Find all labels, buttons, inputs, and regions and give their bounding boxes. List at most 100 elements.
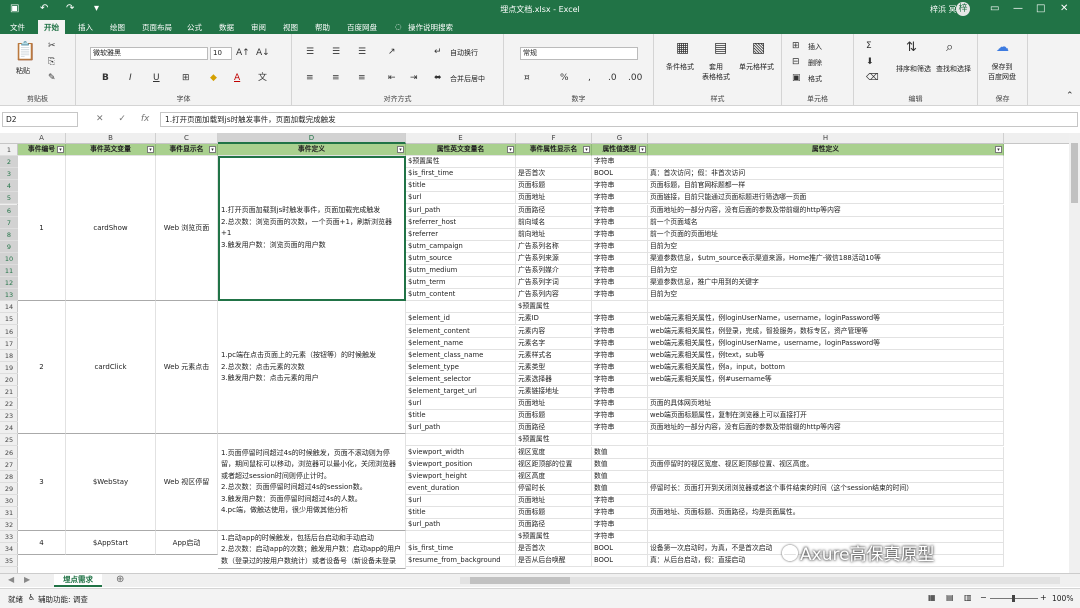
table-cell[interactable]: 广告系列字词 — [516, 277, 592, 290]
table-cell[interactable]: 字符串 — [592, 531, 648, 544]
tab-formulas[interactable]: 公式 — [187, 22, 202, 33]
paste-icon[interactable]: 📋 — [14, 42, 36, 62]
tab-baidu-netdisk[interactable]: 百度网盘 — [347, 22, 377, 33]
row-header[interactable]: 34 — [0, 543, 18, 556]
table-cell[interactable]: 视区高度 — [516, 470, 592, 483]
insert-function-icon[interactable]: fx — [141, 114, 150, 124]
table-cell[interactable]: $title — [406, 410, 516, 423]
row-header[interactable]: 32 — [0, 519, 18, 532]
event-id-cell[interactable]: 4 — [18, 531, 66, 556]
row-header[interactable]: 35 — [0, 555, 18, 568]
fill-color-icon[interactable]: ◆ — [210, 72, 217, 84]
table-cell[interactable]: $预置属性 — [516, 531, 592, 544]
row-header[interactable]: 19 — [0, 362, 18, 374]
filter-dropdown-icon[interactable]: ▾ — [639, 146, 646, 153]
row-header[interactable]: 15 — [0, 313, 18, 326]
table-cell[interactable]: $element_content — [406, 325, 516, 338]
prev-sheet-icon[interactable]: ◀ — [8, 575, 14, 584]
table-cell[interactable]: 字符串 — [592, 313, 648, 326]
table-cell[interactable] — [648, 156, 1004, 169]
merge-center-icon[interactable]: ⬌ — [434, 72, 442, 84]
event-id-cell[interactable]: 1 — [18, 156, 66, 302]
italic-icon[interactable]: I — [129, 72, 132, 84]
worksheet[interactable]: ABCDEFGH 1 2 3 4 5 6 7 8 9 10 11 12 13 14 15 16 17 18 19 20… — [0, 133, 1069, 573]
table-cell[interactable]: 字符串 — [592, 422, 648, 435]
horizontal-scrollbar[interactable] — [460, 577, 1060, 584]
row-header[interactable]: 1 — [0, 144, 18, 157]
row-header[interactable]: 6 — [0, 204, 18, 217]
table-cell[interactable]: 页面地址 — [516, 494, 592, 507]
zoom-in-icon[interactable]: + — [1040, 593, 1047, 602]
row-header[interactable]: 18 — [0, 350, 18, 362]
table-cell[interactable]: $element_id — [406, 313, 516, 326]
table-cell[interactable]: 字符串 — [592, 519, 648, 532]
format-cells-icon[interactable]: ▣ — [792, 72, 801, 84]
insert-button[interactable]: 插入 — [808, 42, 822, 52]
table-cell[interactable]: 字符串 — [592, 252, 648, 265]
vertical-scrollbar[interactable] — [1069, 133, 1080, 573]
column-header[interactable]: F — [516, 133, 592, 144]
baidu-netdisk-icon[interactable]: ☁ — [996, 41, 1009, 54]
clear-icon[interactable]: ⌫ — [866, 72, 879, 84]
avatar[interactable]: 梓 — [956, 2, 970, 16]
table-cell[interactable]: 前向地址 — [516, 228, 592, 241]
row-header[interactable]: 24 — [0, 422, 18, 435]
table-cell[interactable]: $element_target_url — [406, 386, 516, 399]
table-cell[interactable]: 字符串 — [592, 277, 648, 290]
table-cell[interactable]: 页面地址的一部分内容，没有后面的参数及带前缀的http等内容 — [648, 422, 1004, 435]
table-cell[interactable]: 页面停留时的视区宽度、视区距顶部位置、视区高度。 — [648, 458, 1004, 471]
table-cell[interactable]: 元素ID — [516, 313, 592, 326]
maximize-icon[interactable]: □ — [1036, 2, 1045, 16]
formula-input[interactable]: 1.打开页面加载到js时触发事件，页面加载完成触发 — [160, 112, 1078, 127]
table-cell[interactable]: 渠道参数信息，$utm_source表示渠道来源，Home推广-微信188活动1… — [648, 252, 1004, 265]
table-cell[interactable]: 字符串 — [592, 398, 648, 411]
phonetic-icon[interactable]: 文 — [258, 72, 267, 84]
table-cell[interactable]: 页面地址的一部分内容，没有后面的参数及带前缀的http等内容 — [648, 204, 1004, 217]
table-cell[interactable]: 目前为空 — [648, 289, 1004, 302]
header-prop-var[interactable]: 属性英文变量名 ▾ — [406, 144, 516, 157]
sort-filter-icon[interactable]: ⇅ — [906, 41, 917, 54]
decrease-indent-icon[interactable]: ⇤ — [388, 72, 396, 84]
header-event-def[interactable]: 事件定义 ▾ — [218, 144, 406, 157]
header-event-id[interactable]: 事件编号 ▾ — [18, 144, 66, 157]
percent-icon[interactable]: % — [560, 72, 569, 84]
table-cell[interactable]: 页面路径 — [516, 422, 592, 435]
event-name-cell[interactable]: Web 浏览页面 — [156, 156, 218, 302]
table-cell[interactable]: 页面标题 — [516, 507, 592, 520]
table-cell[interactable]: web端元素相关属性，例#username等 — [648, 373, 1004, 386]
table-cell[interactable]: 字符串 — [592, 386, 648, 399]
column-header[interactable]: E — [406, 133, 516, 144]
close-icon[interactable]: ✕ — [1060, 2, 1068, 16]
find-select-button[interactable]: 查找和选择 — [936, 64, 971, 74]
table-cell[interactable] — [648, 494, 1004, 507]
table-cell[interactable]: 页面地址 — [516, 192, 592, 205]
row-header[interactable]: 33 — [0, 531, 18, 544]
table-cell[interactable]: web端元素相关属性，例loginUserName，username，login… — [648, 337, 1004, 350]
table-cell[interactable]: 字符串 — [592, 204, 648, 217]
table-cell[interactable]: 字符串 — [592, 156, 648, 169]
table-cell[interactable] — [406, 301, 516, 314]
header-event-var[interactable]: 事件英文变量 ▾ — [66, 144, 156, 157]
table-cell[interactable]: 字符串 — [592, 192, 648, 205]
normal-view-icon[interactable]: ▦ — [928, 593, 936, 602]
table-cell[interactable]: $url_path — [406, 422, 516, 435]
header-prop-name[interactable]: 事件属性显示名 ▾ — [516, 144, 592, 157]
column-header[interactable]: C — [156, 133, 218, 144]
row-header[interactable]: 3 — [0, 168, 18, 181]
autosum-icon[interactable]: Σ — [866, 40, 872, 52]
table-cell[interactable]: 字符串 — [592, 507, 648, 520]
table-cell[interactable] — [648, 519, 1004, 532]
table-cell[interactable]: $预置属性 — [406, 156, 516, 169]
table-cell[interactable]: $预置属性 — [516, 301, 592, 314]
ribbon-display-icon[interactable]: ▭ — [990, 2, 999, 16]
table-cell[interactable]: 广告系列媒介 — [516, 265, 592, 278]
zoom-slider[interactable] — [990, 595, 1038, 602]
event-var-cell[interactable]: $AppStart — [66, 531, 156, 556]
merge-center-button[interactable]: 合并后居中 — [450, 74, 485, 84]
cut-icon[interactable]: ✂ — [48, 40, 56, 52]
grow-font-icon[interactable]: A↑ — [236, 47, 250, 59]
table-cell[interactable]: 页面标题 — [516, 410, 592, 423]
next-sheet-icon[interactable]: ▶ — [24, 575, 30, 584]
table-cell[interactable]: 是否首次 — [516, 543, 592, 556]
table-cell[interactable]: 字符串 — [592, 494, 648, 507]
